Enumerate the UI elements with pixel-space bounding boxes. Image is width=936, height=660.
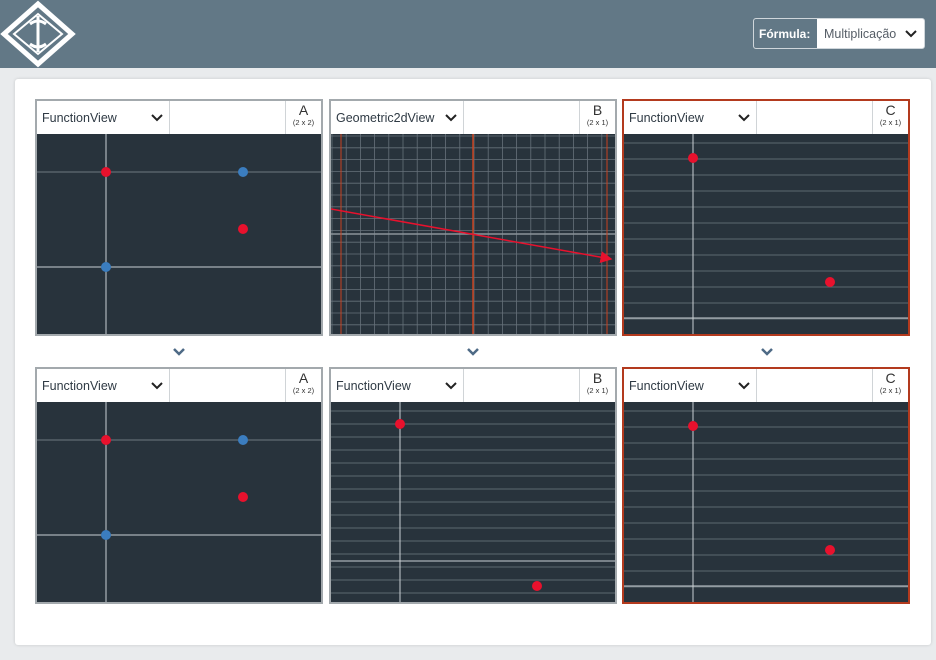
view-select[interactable]: FunctionView [331, 369, 464, 402]
panel-size: (2 x 2) [292, 386, 315, 395]
point-blue[interactable] [101, 530, 111, 540]
point-red[interactable] [395, 419, 405, 429]
top-bar: Fórmula: Multiplicação [0, 0, 936, 68]
view-select[interactable]: FunctionView [624, 101, 757, 134]
panel-b-bottom[interactable]: FunctionView B (2 x 1) [329, 367, 617, 604]
diamond-logo-icon[interactable] [0, 0, 76, 68]
point-blue[interactable] [238, 167, 248, 177]
point-red[interactable] [101, 167, 111, 177]
chevron-down-icon [445, 381, 457, 389]
view-select-label: FunctionView [629, 378, 704, 393]
chevron-down-icon [738, 381, 750, 389]
formula-label: Fórmula: [754, 19, 817, 48]
view-select[interactable]: FunctionView [624, 369, 757, 402]
point-red[interactable] [688, 421, 698, 431]
point-red[interactable] [101, 435, 111, 445]
panel-b-top[interactable]: Geometric2dView B (2 x 1) [329, 99, 617, 336]
panel-id: B (2 x 1) [579, 101, 615, 134]
panel-a-bottom[interactable]: FunctionView A (2 x 2) [35, 367, 323, 604]
expand-chevron-icon[interactable] [760, 347, 774, 357]
view-select-label: FunctionView [629, 110, 704, 125]
point-red[interactable] [532, 581, 542, 591]
panel-id: A (2 x 2) [285, 369, 321, 402]
panel-c-bottom[interactable]: FunctionView C (2 x 1) [622, 367, 910, 604]
panel-a-top[interactable]: FunctionView A (2 x 2) [35, 99, 323, 336]
formula-select[interactable]: Fórmula: Multiplicação [753, 18, 925, 49]
panel-c-top[interactable]: FunctionView C (2 x 1) [622, 99, 910, 336]
point-blue[interactable] [238, 435, 248, 445]
view-select[interactable]: Geometric2dView [331, 101, 464, 134]
point-red[interactable] [825, 545, 835, 555]
panel-size: (2 x 2) [292, 118, 315, 127]
view-select[interactable]: FunctionView [37, 369, 170, 402]
panel-letter: C [885, 370, 896, 386]
panel-size: (2 x 1) [586, 386, 609, 395]
panel-id: C (2 x 1) [872, 101, 908, 134]
point-blue[interactable] [101, 262, 111, 272]
expand-chevron-icon[interactable] [172, 347, 186, 357]
function-canvas[interactable] [331, 402, 615, 602]
panel-size: (2 x 1) [879, 386, 902, 395]
view-select-label: FunctionView [336, 378, 411, 393]
panel-letter: B [592, 370, 603, 386]
chevron-down-icon [445, 113, 457, 121]
panel-id: B (2 x 1) [579, 369, 615, 402]
point-red[interactable] [688, 153, 698, 163]
view-select-label: Geometric2dView [336, 110, 435, 125]
panel-letter: C [885, 102, 896, 118]
chevron-down-icon [905, 29, 917, 37]
point-red[interactable] [238, 224, 248, 234]
view-select-label: FunctionView [42, 378, 117, 393]
point-red[interactable] [825, 277, 835, 287]
chevron-down-icon [151, 113, 163, 121]
geometric-canvas[interactable] [331, 134, 615, 334]
view-select-label: FunctionView [42, 110, 117, 125]
panel-letter: A [298, 370, 309, 386]
panel-id: A (2 x 2) [285, 101, 321, 134]
chevron-down-icon [151, 381, 163, 389]
function-canvas[interactable] [37, 134, 321, 334]
chevron-down-icon [738, 113, 750, 121]
panel-id: C (2 x 1) [872, 369, 908, 402]
formula-value: Multiplicação [824, 26, 897, 41]
function-canvas[interactable] [624, 402, 908, 602]
expand-chevron-icon[interactable] [466, 347, 480, 357]
panel-size: (2 x 1) [879, 118, 902, 127]
view-select[interactable]: FunctionView [37, 101, 170, 134]
function-canvas[interactable] [37, 402, 321, 602]
point-red[interactable] [238, 492, 248, 502]
panel-size: (2 x 1) [586, 118, 609, 127]
panel-letter: A [298, 102, 309, 118]
panel-letter: B [592, 102, 603, 118]
function-canvas[interactable] [624, 134, 908, 334]
